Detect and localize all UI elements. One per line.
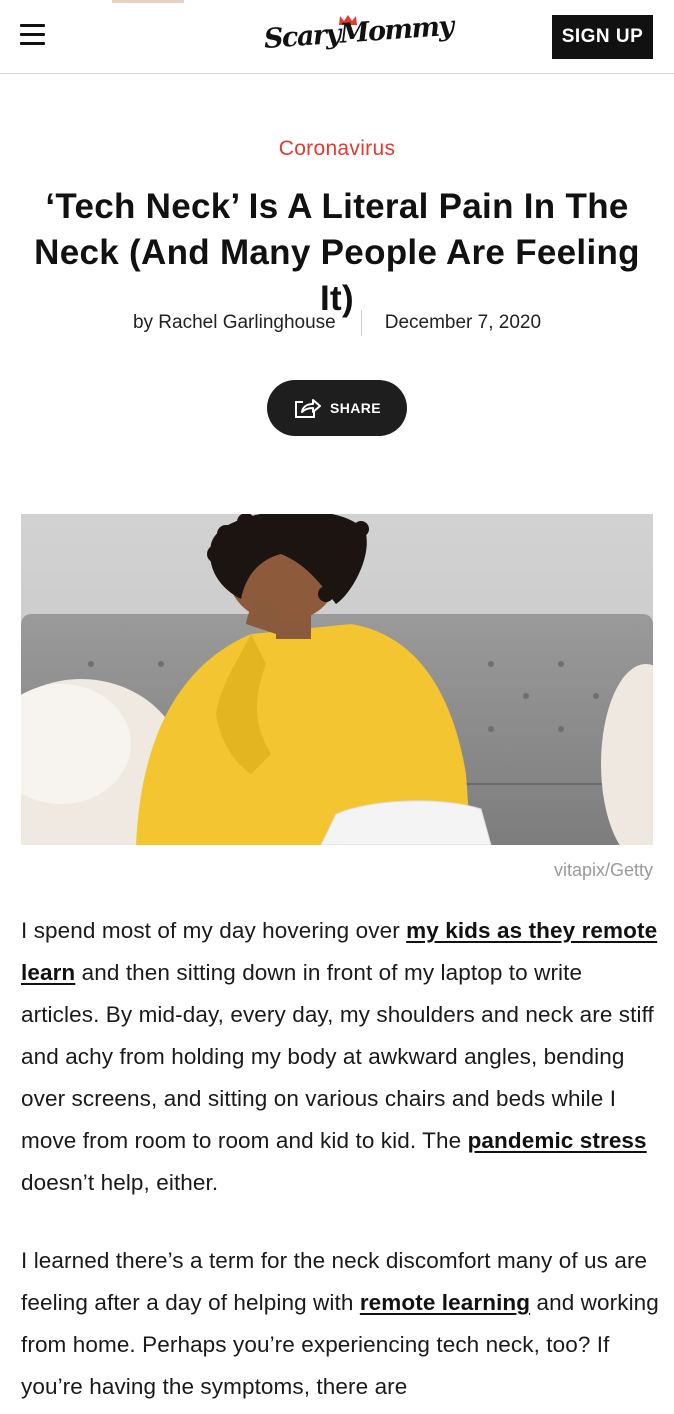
logo-wordmark: ScaryMommy	[262, 10, 454, 55]
share-label: SHARE	[329, 400, 381, 416]
sign-up-button[interactable]: SIGN UP	[552, 15, 653, 59]
hamburger-menu-icon[interactable]	[20, 24, 46, 46]
category-link[interactable]: Coronavirus	[0, 137, 674, 161]
author-link[interactable]: by Rachel Garlinghouse	[133, 312, 336, 334]
byline: by Rachel Garlinghouse December 7, 2020	[0, 310, 674, 336]
paragraph-text: and then sitting down in front of my lap…	[21, 960, 654, 1153]
paragraph-text: doesn’t help, either.	[21, 1170, 219, 1195]
paragraph-text: I spend most of my day hovering over	[21, 918, 407, 943]
link-remote-learning[interactable]: remote learning	[360, 1290, 530, 1315]
share-icon	[294, 399, 321, 418]
article-paragraph-2: I learned there’s a term for the neck di…	[21, 1240, 661, 1408]
image-credit: vitapix/Getty	[553, 860, 653, 880]
byline-divider	[360, 310, 362, 336]
publish-date: December 7, 2020	[384, 312, 542, 333]
site-logo[interactable]: ScaryMommy	[262, 11, 454, 62]
article-paragraph-1: I spend most of my day hovering over my …	[21, 910, 661, 1204]
site-header: ScaryMommy SIGN UP	[0, 0, 674, 74]
link-pandemic-stress[interactable]: pandemic stress	[468, 1128, 647, 1153]
article-title: ‘Tech Neck’ Is A Literal Pain In The Nec…	[34, 187, 640, 318]
ad-strip	[112, 0, 184, 3]
hero-image	[21, 514, 653, 845]
share-button[interactable]: SHARE	[267, 380, 407, 436]
